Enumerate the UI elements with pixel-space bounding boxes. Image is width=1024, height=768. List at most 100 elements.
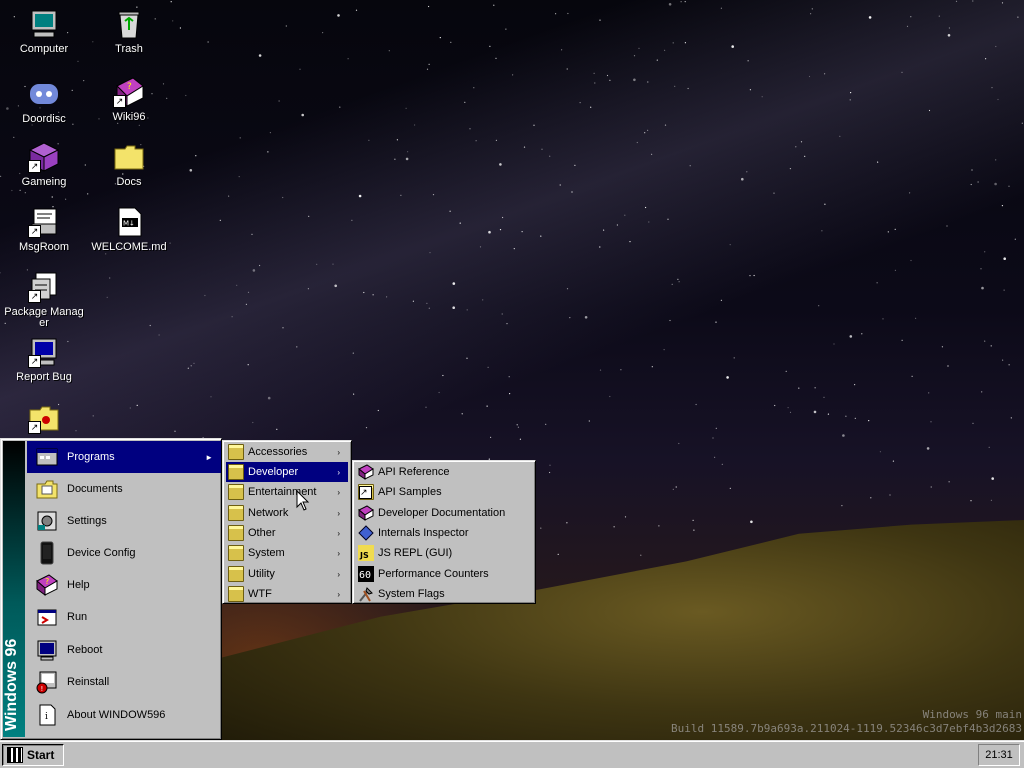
star [1001,2,1004,4]
programs-item-accessories[interactable]: Accessories › [226,442,348,462]
star [487,366,489,368]
star [368,139,370,141]
star [658,525,660,527]
desktop-icon-gameing[interactable]: Gameing [4,141,84,188]
start-menu-item-reinstall[interactable]: ! Reinstall [27,666,221,698]
star [495,139,497,141]
star [282,327,284,329]
star [489,45,491,47]
programs-item-network[interactable]: Network › [226,503,348,523]
desktop-icon-partial[interactable] [4,402,84,438]
star [810,13,812,15]
svg-text:?: ? [127,82,132,92]
desktop-icon-wiki96[interactable]: ? Wiki96 [89,76,169,123]
star [733,357,735,359]
star [972,422,974,424]
star [252,421,254,424]
star [731,45,734,48]
start-menu-item-documents[interactable]: Documents [27,473,221,505]
start-button[interactable]: Start [2,744,64,766]
desktop-icon-msgroom[interactable]: MsgRoom [4,206,84,253]
desktop-icon-trash[interactable]: Trash [89,8,169,55]
star [363,291,365,294]
star [493,4,495,6]
desktop-icon-welcome[interactable]: M↓ WELCOME.md [89,206,169,253]
star [946,225,948,227]
start-menu-item-about[interactable]: i About WINDOW596 [27,699,221,731]
star [877,161,879,163]
star [136,404,138,406]
star [301,113,305,117]
star [247,364,249,366]
star [438,391,440,394]
star [258,54,262,57]
start-logo-icon [7,747,23,763]
programs-item-utility[interactable]: Utility › [226,564,348,584]
package-icon [28,271,60,303]
star [785,370,787,372]
star [656,59,658,61]
programs-item-wtf[interactable]: WTF › [226,584,348,604]
star [92,415,94,417]
star [938,15,940,17]
desktop-icon-docs[interactable]: Docs [89,141,169,188]
start-menu-item-reboot[interactable]: Reboot [27,634,221,666]
desktop-icon-computer[interactable]: Computer [4,8,84,55]
star [930,486,932,488]
star [675,486,677,488]
star [599,19,601,21]
star [400,194,402,196]
star [334,284,338,288]
developer-item-developer-documentation[interactable]: Developer Documentation [356,503,532,523]
developer-item-performance-counters[interactable]: 60 Performance Counters [356,564,532,584]
star [428,63,430,65]
star [845,415,847,417]
star [647,129,649,131]
book-icon: ? [113,76,145,108]
developer-item-system-flags[interactable]: System Flags [356,584,532,604]
start-menu-item-settings[interactable]: Settings [27,505,221,537]
star [207,41,209,43]
star [687,87,689,90]
star [523,146,526,148]
star [574,164,576,166]
star [909,192,911,194]
star [65,198,67,200]
book-icon [358,464,374,480]
star [695,403,697,406]
star [651,366,653,368]
start-menu-item-programs[interactable]: Programs ► [27,441,221,473]
desktop-icon-package-manager[interactable]: Package Manager [4,271,84,329]
star [267,396,271,400]
star [299,68,301,70]
star [109,277,111,279]
star [1010,417,1012,419]
programs-item-developer[interactable]: Developer › [226,462,348,482]
programs-item-system[interactable]: System › [226,543,348,563]
developer-item-api-samples[interactable]: API Samples [356,482,532,502]
programs-item-other[interactable]: Other › [226,523,348,543]
star [464,101,466,103]
desktop-icon-doordisc[interactable]: Doordisc [4,78,84,125]
star [910,16,912,18]
desktop-icon-report-bug[interactable]: Report Bug [4,336,84,383]
star [561,49,563,51]
start-menu-item-run[interactable]: Run [27,601,221,633]
star [620,369,622,371]
star [636,141,638,144]
chevron-right-icon: ► [205,452,213,462]
star [624,214,626,216]
star [808,75,811,78]
star [789,168,792,170]
star [894,269,897,271]
programs-item-entertainment[interactable]: Entertainment › [226,482,348,502]
discord-icon [28,78,60,110]
star [365,427,368,429]
start-menu-item-help[interactable]: ? Help [27,569,221,601]
developer-item-js-repl[interactable]: JS JS REPL (GUI) [356,543,532,563]
star [569,317,571,319]
start-menu-item-device-config[interactable]: Device Config [27,537,221,569]
programs-icon [35,445,59,469]
developer-item-api-reference[interactable]: API Reference [356,462,532,482]
developer-item-internals-inspector[interactable]: Internals Inspector [356,523,532,543]
